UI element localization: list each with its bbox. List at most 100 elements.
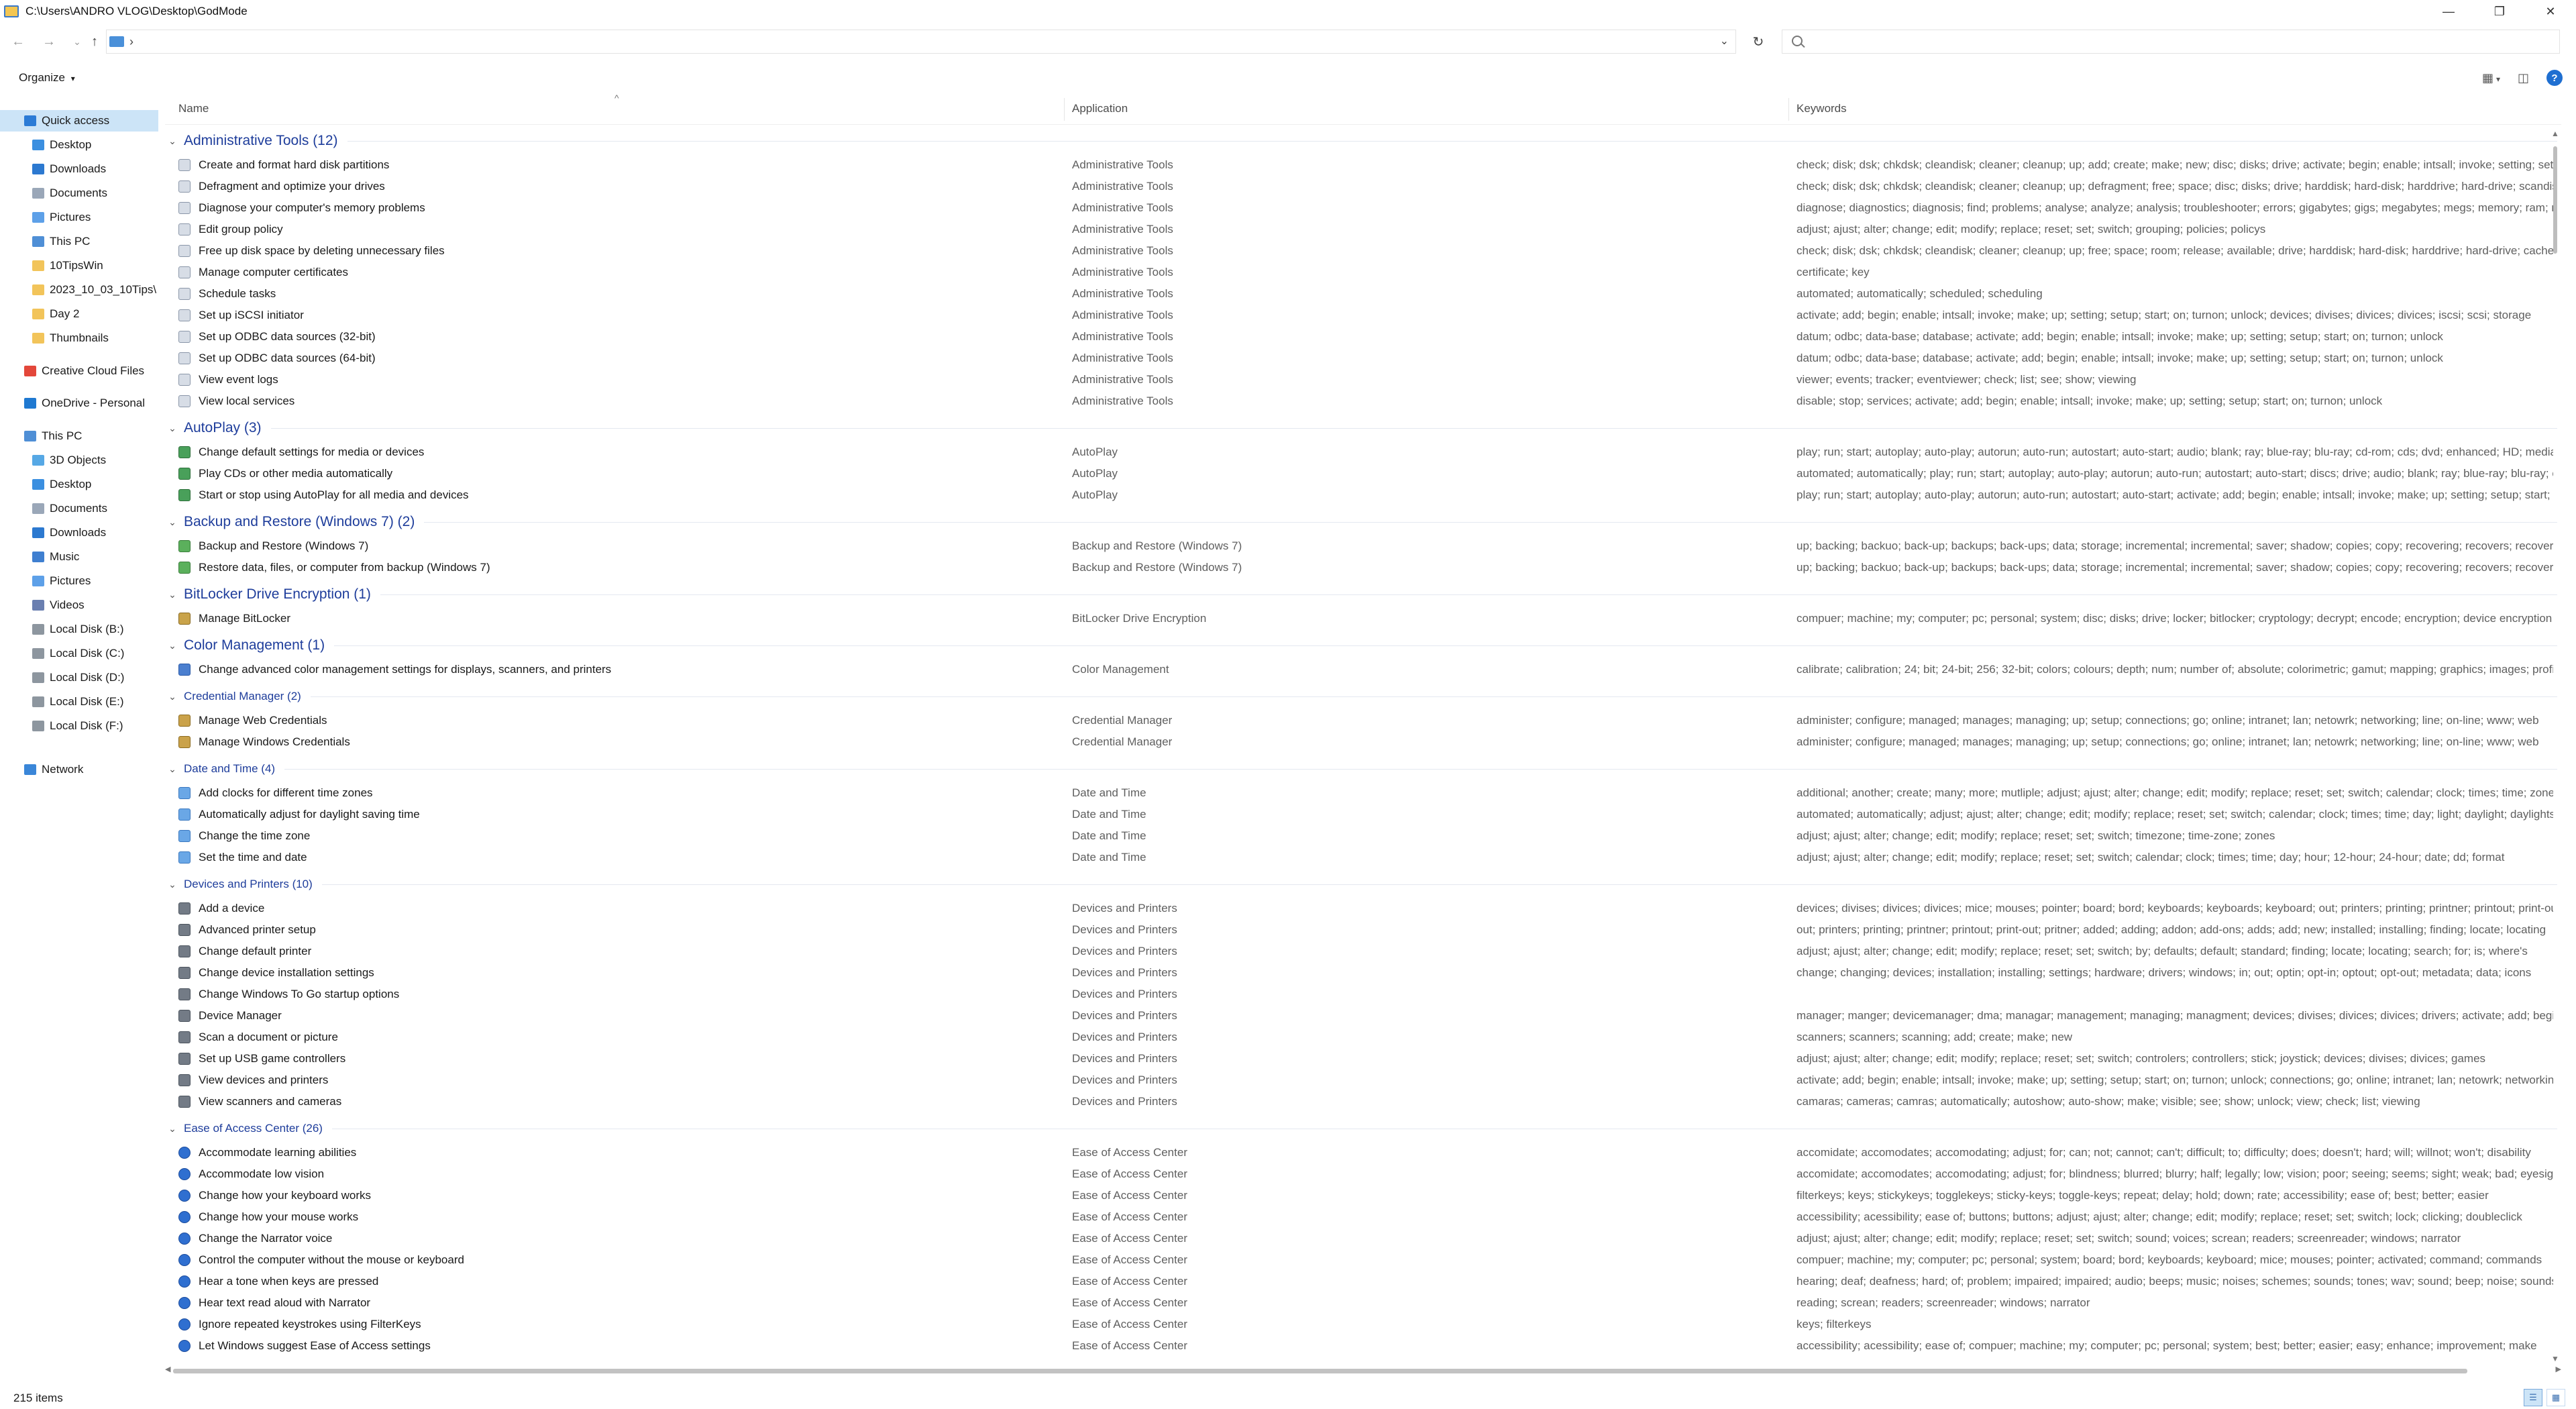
table-row[interactable]: Device Manager Devices and Printers manage… [165, 1005, 2560, 1027]
collapse-chevron-icon[interactable]: ⌄ [165, 691, 180, 702]
table-row[interactable]: Change the Narrator voice Ease of Access … [165, 1228, 2560, 1249]
sidebar-item[interactable]: Local Disk (D:) [32, 667, 158, 688]
column-header-application[interactable]: Application [1072, 102, 1128, 115]
table-row[interactable]: Set the time and date Date and Time adjust… [165, 847, 2560, 868]
table-row[interactable]: Change device installation settings Devic… [165, 962, 2560, 984]
maximize-button[interactable]: ❐ [2474, 0, 2525, 23]
table-row[interactable]: Ignore repeated keystrokes using FilterK… [165, 1314, 2560, 1335]
table-row[interactable]: Accommodate low vision Ease of Access Cen… [165, 1163, 2560, 1185]
up-button[interactable]: ↑ [83, 31, 106, 52]
table-row[interactable]: Schedule tasks Administrative Tools automa… [165, 283, 2560, 305]
column-divider[interactable] [1064, 98, 1065, 121]
collapse-chevron-icon[interactable]: ⌄ [165, 136, 180, 147]
sidebar-item[interactable]: Pictures📌 [32, 207, 158, 228]
forward-button[interactable]: → [38, 31, 60, 52]
sidebar-item[interactable]: Quick access [0, 110, 158, 132]
sidebar-item[interactable]: Creative Cloud Files [24, 360, 158, 382]
sidebar-item[interactable]: Pictures [32, 570, 158, 592]
group-header[interactable]: ⌄ Devices and Printers (10) [165, 872, 2560, 896]
scroll-left-icon[interactable]: ◀ [165, 1365, 170, 1373]
sidebar-item[interactable]: Documents📌 [32, 182, 158, 204]
table-row[interactable]: Manage BitLocker BitLocker Drive Encrypti… [165, 608, 2560, 629]
column-header-name[interactable]: Name [178, 102, 209, 115]
sidebar-item[interactable]: 10TipsWin [32, 255, 158, 276]
scroll-up-icon[interactable]: ▲ [2551, 129, 2559, 138]
table-row[interactable]: Add a device Devices and Printers devices;… [165, 898, 2560, 919]
table-row[interactable]: Create and format hard disk partitions Ad… [165, 154, 2560, 176]
table-row[interactable]: Restore data, files, or computer from ba… [165, 557, 2560, 578]
sidebar-item[interactable]: Day 2 [32, 303, 158, 325]
close-button[interactable]: ✕ [2525, 0, 2576, 23]
scroll-down-icon[interactable]: ▼ [2551, 1354, 2559, 1363]
sidebar-item[interactable]: Downloads [32, 522, 158, 543]
table-row[interactable]: Set up ODBC data sources (32-bit) Adminis… [165, 326, 2560, 348]
table-row[interactable]: View event logs Administrative Tools viewe… [165, 369, 2560, 390]
table-row[interactable]: Manage Web Credentials Credential Manager… [165, 710, 2560, 731]
collapse-chevron-icon[interactable]: ⌄ [165, 764, 180, 775]
sidebar-item[interactable]: Music [32, 546, 158, 568]
table-row[interactable]: Set up USB game controllers Devices and P… [165, 1048, 2560, 1069]
change-view-button[interactable]: ▦ ▾ [2482, 71, 2500, 85]
table-row[interactable]: Change default settings for media or dev… [165, 441, 2560, 463]
navigation-pane[interactable]: Quick access Desktop📌Downloads📌Documents📌… [0, 110, 158, 1378]
sidebar-item[interactable]: Local Disk (E:) [32, 691, 158, 713]
horizontal-scroll-thumb[interactable] [173, 1369, 2467, 1373]
group-header[interactable]: ⌄ Credential Manager (2) [165, 684, 2560, 709]
table-row[interactable]: Hear a tone when keys are pressed Ease of… [165, 1271, 2560, 1292]
column-divider[interactable] [1788, 98, 1789, 121]
table-row[interactable]: Manage Windows Credentials Credential Man… [165, 731, 2560, 753]
sidebar-item[interactable]: Network [24, 759, 158, 780]
group-header[interactable]: ⌄ BitLocker Drive Encryption (1) [165, 582, 2560, 607]
refresh-button[interactable]: ↻ [1743, 31, 1774, 52]
scroll-right-icon[interactable]: ▶ [2556, 1365, 2561, 1373]
table-row[interactable]: Change how your keyboard works Ease of Ac… [165, 1185, 2560, 1206]
table-row[interactable]: Scan a document or picture Devices and Pr… [165, 1027, 2560, 1048]
collapse-chevron-icon[interactable]: ⌄ [165, 879, 180, 890]
table-row[interactable]: View devices and printers Devices and Pri… [165, 1069, 2560, 1091]
table-row[interactable]: Defragment and optimize your drives Admin… [165, 176, 2560, 197]
breadcrumb-chevron-icon[interactable]: › [129, 35, 133, 49]
table-row[interactable]: Backup and Restore (Windows 7) Backup and… [165, 535, 2560, 557]
sidebar-item[interactable]: Local Disk (B:) [32, 619, 158, 640]
collapse-chevron-icon[interactable]: ⌄ [165, 589, 180, 601]
group-header[interactable]: ⌄ Ease of Access Center (26) [165, 1116, 2560, 1141]
table-row[interactable]: Change default printer Devices and Printe… [165, 941, 2560, 962]
group-header[interactable]: ⌄ AutoPlay (3) [165, 416, 2560, 440]
group-header[interactable]: ⌄ Date and Time (4) [165, 757, 2560, 781]
sidebar-item[interactable]: This PC📌 [32, 231, 158, 252]
table-row[interactable]: Manage computer certificates Administrati… [165, 262, 2560, 283]
table-row[interactable]: Advanced printer setup Devices and Printe… [165, 919, 2560, 941]
table-row[interactable]: Play CDs or other media automatically Aut… [165, 463, 2560, 484]
sidebar-item[interactable]: OneDrive - Personal [24, 393, 158, 414]
table-row[interactable]: Change how your mouse works Ease of Acces… [165, 1206, 2560, 1228]
table-row[interactable]: Diagnose your computer's memory problems… [165, 197, 2560, 219]
collapse-chevron-icon[interactable]: ⌄ [165, 517, 180, 528]
table-row[interactable]: Control the computer without the mouse o… [165, 1249, 2560, 1271]
table-row[interactable]: Set up iSCSI initiator Administrative Too… [165, 305, 2560, 326]
table-row[interactable]: Change advanced color management setting… [165, 659, 2560, 680]
table-row[interactable]: Automatically adjust for daylight saving… [165, 804, 2560, 825]
sidebar-item[interactable]: This PC [24, 425, 158, 447]
address-bar[interactable]: › ⌄ [106, 30, 1736, 54]
search-input[interactable] [1782, 30, 2560, 54]
sidebar-item[interactable]: Videos [32, 594, 158, 616]
minimize-button[interactable]: — [2423, 0, 2474, 23]
collapse-chevron-icon[interactable]: ⌄ [165, 423, 180, 434]
vertical-scrollbar[interactable]: ▲ ▼ [2549, 126, 2561, 1366]
back-button[interactable]: ← [7, 31, 30, 52]
sidebar-item[interactable]: Desktop [32, 474, 158, 495]
sidebar-item[interactable]: 2023_10_03_10Tips\ [32, 279, 158, 301]
table-row[interactable]: Change the time zone Date and Time adjust;… [165, 825, 2560, 847]
details-view-button[interactable]: ☰ [2524, 1389, 2542, 1406]
sidebar-item[interactable]: Thumbnails [32, 327, 158, 349]
collapse-chevron-icon[interactable]: ⌄ [165, 640, 180, 651]
table-row[interactable]: Accommodate learning abilities Ease of Ac… [165, 1142, 2560, 1163]
column-header-keywords[interactable]: Keywords [1796, 102, 1847, 115]
sidebar-item[interactable]: Downloads📌 [32, 158, 158, 180]
large-icons-view-button[interactable]: ▦ [2546, 1389, 2565, 1406]
sidebar-item[interactable]: Desktop📌 [32, 134, 158, 156]
table-row[interactable]: Start or stop using AutoPlay for all med… [165, 484, 2560, 506]
organize-button[interactable]: Organize ▾ [19, 71, 75, 85]
sidebar-item[interactable]: 3D Objects [32, 450, 158, 471]
sidebar-item[interactable]: Local Disk (C:) [32, 643, 158, 664]
